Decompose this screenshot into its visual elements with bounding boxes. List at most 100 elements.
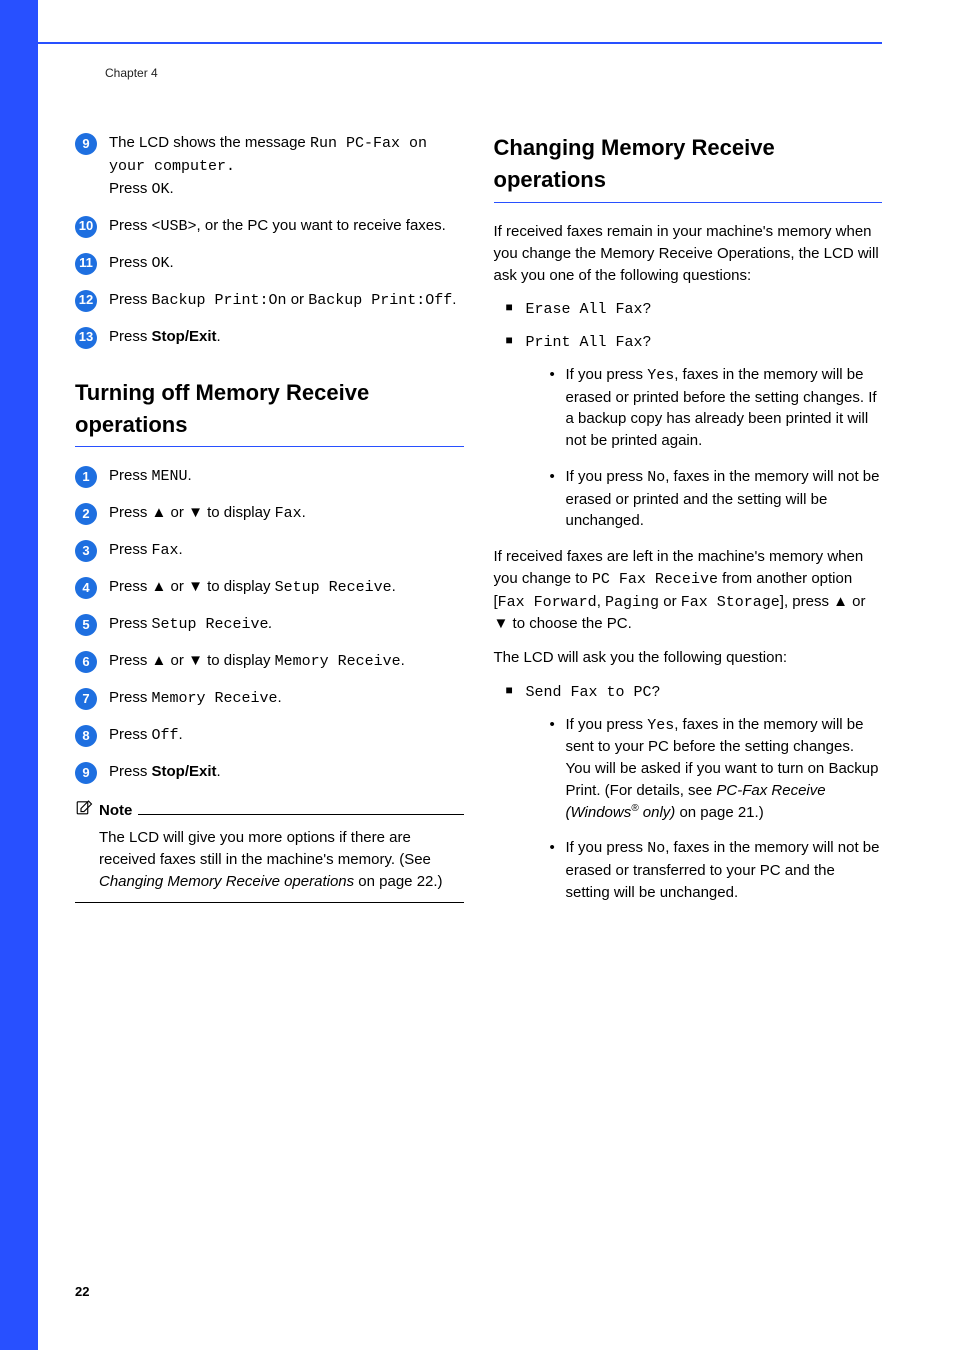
text: Press: [109, 689, 152, 706]
note-text: The LCD will give you more options if th…: [99, 829, 431, 868]
up-arrow-icon: ▲: [152, 652, 167, 669]
column-left: 9 The LCD shows the message Run PC-Fax o…: [75, 132, 464, 917]
period: .: [278, 689, 282, 706]
note-bottom-rule: [75, 902, 464, 903]
setup-receive-label: Setup Receive: [275, 579, 392, 596]
section-title-turning-off: Turning off Memory Receive operations: [75, 377, 464, 441]
send-fax-to-pc: Send Fax to PC?: [526, 684, 661, 701]
text: Press: [109, 578, 152, 595]
text: to choose the PC.: [508, 615, 631, 632]
stop-exit-label: Stop/Exit: [152, 763, 217, 780]
period: .: [401, 652, 405, 669]
fax-forward-label: Fax Forward: [498, 594, 597, 611]
text: Press: [109, 615, 152, 632]
text: or: [848, 593, 866, 610]
period: .: [179, 726, 183, 743]
period: .: [217, 763, 221, 780]
question-intro: The LCD will ask you the following quest…: [494, 647, 883, 669]
up-arrow-icon: ▲: [152, 578, 167, 595]
text: Press: [109, 763, 152, 780]
text: ], press: [780, 593, 833, 610]
list-item: If you press No, faxes in the memory wil…: [550, 837, 883, 903]
period: .: [302, 504, 306, 521]
paging-label: Paging: [605, 594, 659, 611]
section-rule: [75, 446, 464, 447]
reg-mark: ®: [631, 803, 638, 814]
step-badge-9b: 9: [75, 762, 97, 784]
list-item: Send Fax to PC? If you press Yes, faxes …: [506, 681, 883, 904]
step-4: 4 Press ▲ or ▼ to display Setup Receive.: [75, 576, 464, 599]
section-rule: [494, 202, 883, 203]
fax-storage-label: Fax Storage: [681, 594, 780, 611]
step-badge-5: 5: [75, 614, 97, 636]
period: .: [188, 467, 192, 484]
list-item: If you press Yes, faxes in the memory wi…: [550, 364, 883, 452]
text: or: [166, 504, 188, 521]
fax-label: Fax: [275, 505, 302, 522]
step-badge-13: 13: [75, 327, 97, 349]
page-number: 22: [75, 1283, 89, 1302]
down-arrow-icon: ▼: [188, 578, 203, 595]
text: If you press: [566, 839, 648, 856]
step-badge-6: 6: [75, 651, 97, 673]
step-2: 2 Press ▲ or ▼ to display Fax.: [75, 502, 464, 525]
fax-label: Fax: [152, 542, 179, 559]
note-icon: [75, 798, 93, 823]
usb-label: <USB>: [152, 218, 197, 235]
text: or: [287, 291, 309, 308]
stop-exit-label: Stop/Exit: [152, 328, 217, 345]
chapter-label: Chapter 4: [105, 65, 882, 82]
erase-all-fax: Erase All Fax?: [526, 301, 652, 318]
text: Press: [109, 328, 152, 345]
list-item: Erase All Fax?: [506, 298, 883, 321]
text: from another option: [718, 570, 852, 587]
down-arrow-icon: ▼: [188, 504, 203, 521]
left-margin-bar: [0, 0, 38, 1350]
text: If you press: [566, 468, 648, 485]
note-link[interactable]: Changing Memory Receive operations: [99, 873, 354, 890]
column-right: Changing Memory Receive operations If re…: [494, 132, 883, 917]
step-badge-4: 4: [75, 577, 97, 599]
ok-label: OK: [152, 255, 170, 272]
text: Press: [109, 504, 152, 521]
down-arrow-icon: ▼: [494, 615, 509, 632]
text: Press: [109, 217, 152, 234]
text: on page 21.): [675, 804, 763, 821]
period: .: [170, 180, 174, 197]
text: Press: [109, 541, 152, 558]
step-badge-7: 7: [75, 688, 97, 710]
option-list-2: Send Fax to PC? If you press Yes, faxes …: [506, 681, 883, 904]
yes-label: Yes: [647, 717, 674, 734]
step-badge-10: 10: [75, 216, 97, 238]
text: , or the PC you want to receive faxes.: [197, 217, 446, 234]
yes-label: Yes: [647, 367, 674, 384]
off-label: Off: [152, 727, 179, 744]
period: .: [217, 328, 221, 345]
no-label: No: [647, 840, 665, 857]
step-3: 3 Press Fax.: [75, 539, 464, 562]
text: Press: [109, 180, 152, 197]
period: .: [179, 541, 183, 558]
step-badge-11: 11: [75, 253, 97, 275]
page-content: Chapter 4 9 The LCD shows the message Ru…: [75, 65, 882, 918]
ok-label: OK: [152, 181, 170, 198]
step-10: 10 Press <USB>, or the PC you want to re…: [75, 215, 464, 238]
backup-off-label: Backup Print:Off: [308, 292, 452, 309]
up-arrow-icon: ▲: [152, 504, 167, 521]
text: or: [166, 652, 188, 669]
text: The LCD shows the message: [109, 134, 306, 151]
step-badge-3: 3: [75, 540, 97, 562]
up-arrow-icon: ▲: [833, 593, 848, 610]
print-all-fax: Print All Fax?: [526, 334, 652, 351]
section-title-changing: Changing Memory Receive operations: [494, 132, 883, 196]
step-9: 9 The LCD shows the message Run PC-Fax o…: [75, 132, 464, 200]
step-7: 7 Press Memory Receive.: [75, 687, 464, 710]
text: If you press: [566, 366, 648, 383]
text: Press: [109, 467, 152, 484]
step-1: 1 Press MENU.: [75, 465, 464, 488]
step-badge-1: 1: [75, 466, 97, 488]
text: or: [659, 593, 681, 610]
note-title: Note: [99, 800, 132, 822]
backup-on-label: Backup Print:On: [152, 292, 287, 309]
note-block: Note The LCD will give you more options …: [75, 798, 464, 903]
